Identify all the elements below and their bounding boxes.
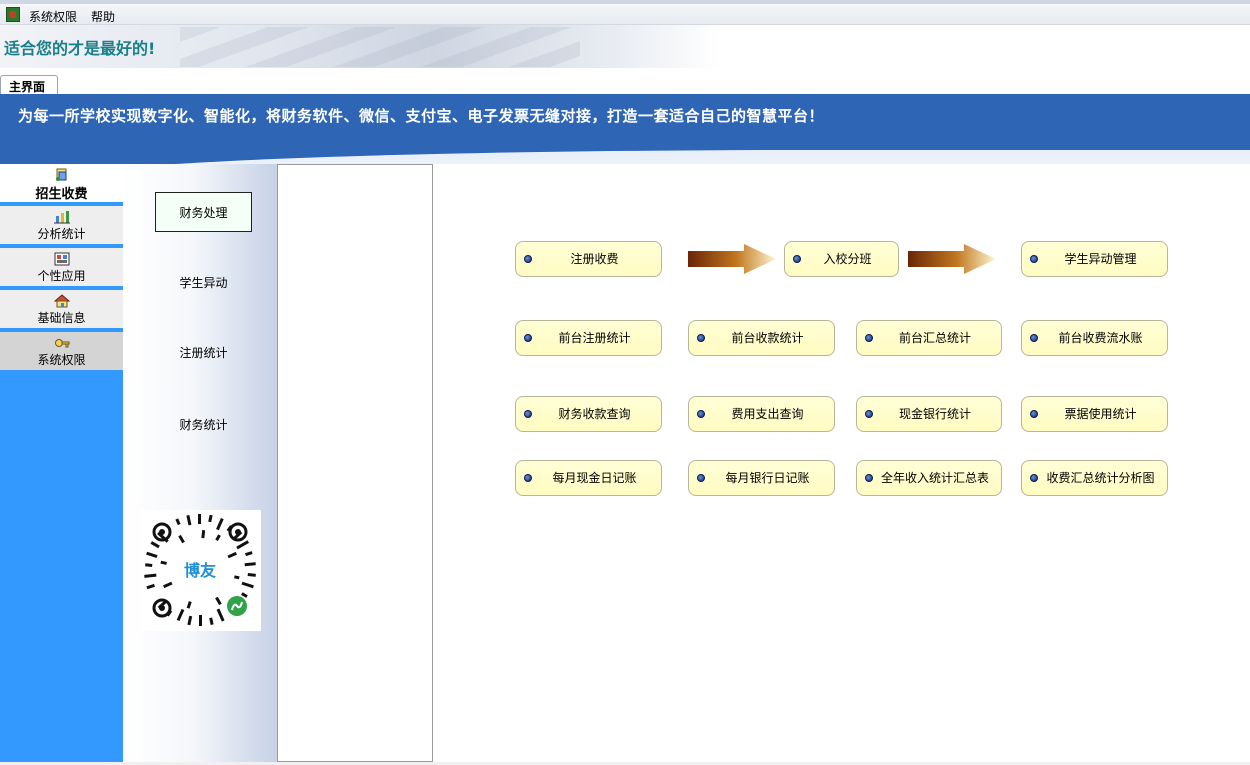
btn-front-receipt-stats[interactable]: 前台收款统计	[688, 320, 835, 356]
bullet-icon	[1030, 410, 1038, 418]
tab-main[interactable]: 主界面	[0, 75, 58, 95]
btn-label: 前台注册统计	[558, 331, 631, 345]
btn-monthly-cash-journal[interactable]: 每月现金日记账	[515, 460, 662, 496]
btn-fee-summary-chart[interactable]: 收费汇总统计分析图	[1021, 460, 1168, 496]
bullet-icon	[697, 334, 705, 342]
subnav-finance-processing[interactable]: 财务处理	[155, 192, 252, 232]
btn-label: 前台收费流水账	[1058, 331, 1143, 345]
sidebar-item-label: 个性应用	[37, 269, 86, 283]
bullet-icon	[524, 474, 532, 482]
btn-class-assignment[interactable]: 入校分班	[784, 241, 899, 277]
bullet-icon	[524, 255, 532, 263]
btn-finance-receipt-query[interactable]: 财务收款查询	[515, 396, 662, 432]
btn-front-register-stats[interactable]: 前台注册统计	[515, 320, 662, 356]
btn-register-fee[interactable]: 注册收费	[515, 241, 662, 277]
sidebar-item-label: 基础信息	[37, 311, 86, 325]
home-icon	[53, 294, 70, 308]
btn-label: 前台收款统计	[731, 331, 804, 345]
bullet-icon	[697, 474, 705, 482]
btn-label: 费用支出查询	[731, 407, 804, 421]
btn-student-change-mgmt[interactable]: 学生异动管理	[1021, 241, 1168, 277]
btn-front-fee-ledger[interactable]: 前台收费流水账	[1021, 320, 1168, 356]
sidebar-item-permissions[interactable]: 系统权限	[0, 332, 123, 372]
btn-label: 学生异动管理	[1064, 252, 1137, 266]
menu-system-permissions[interactable]: 系统权限	[29, 8, 77, 25]
bullet-icon	[865, 410, 873, 418]
banner-title: 适合您的才是最好的!	[4, 39, 156, 58]
bullet-icon	[793, 255, 801, 263]
menu-bar: 系统权限 帮助	[0, 0, 1250, 25]
btn-label: 全年收入统计汇总表	[880, 471, 989, 485]
flow-arrow-icon	[908, 244, 996, 274]
subnav-registration-stats[interactable]: 注册统计	[155, 333, 252, 373]
bullet-icon	[524, 334, 532, 342]
tab-strip: 主界面	[0, 68, 1250, 95]
btn-invoice-usage-stats[interactable]: 票据使用统计	[1021, 396, 1168, 432]
btn-label: 收费汇总统计分析图	[1046, 471, 1155, 485]
qr-code: 博友	[140, 510, 261, 631]
btn-annual-income-summary[interactable]: 全年收入统计汇总表	[856, 460, 1002, 496]
btn-front-summary-stats[interactable]: 前台汇总统计	[856, 320, 1002, 356]
flow-arrow-icon	[688, 244, 776, 274]
app-icon	[6, 7, 20, 22]
sidebar-item-analysis[interactable]: 分析统计	[0, 206, 123, 246]
sidebar-item-label: 招生收费	[35, 187, 88, 202]
subnav-student-changes[interactable]: 学生异动	[155, 263, 252, 303]
sidebar: 招生收费 分析统计 个性应用 基础信息 系统权限	[0, 164, 123, 762]
side-panel	[277, 164, 433, 762]
sidebar-item-label: 系统权限	[37, 353, 86, 367]
key-icon	[54, 336, 70, 350]
btn-label: 入校分班	[823, 252, 872, 266]
btn-label: 前台汇总统计	[898, 331, 971, 345]
btn-label: 注册收费	[570, 252, 619, 266]
app-icon	[54, 252, 70, 266]
btn-expense-query[interactable]: 费用支出查询	[688, 396, 835, 432]
bullet-icon	[524, 410, 532, 418]
btn-label: 票据使用统计	[1064, 407, 1137, 421]
bullet-icon	[1030, 334, 1038, 342]
menu-help[interactable]: 帮助	[91, 8, 115, 25]
bullet-icon	[1030, 255, 1038, 263]
sidebar-item-custom-apps[interactable]: 个性应用	[0, 248, 123, 288]
bullet-icon	[865, 334, 873, 342]
receipt-icon	[54, 168, 70, 182]
qr-center-text: 博友	[184, 561, 217, 580]
banner: 适合您的才是最好的!	[0, 25, 1250, 68]
bullet-icon	[697, 410, 705, 418]
btn-label: 现金银行统计	[898, 407, 971, 421]
slogan-header: 为每一所学校实现数字化、智能化，将财务软件、微信、支付宝、电子发票无缝对接，打造…	[0, 94, 1250, 164]
btn-label: 每月现金日记账	[552, 471, 637, 485]
slogan-text: 为每一所学校实现数字化、智能化，将财务软件、微信、支付宝、电子发票无缝对接，打造…	[18, 107, 825, 125]
btn-cash-bank-stats[interactable]: 现金银行统计	[856, 396, 1002, 432]
sub-navigation: 财务处理 学生异动 注册统计 财务统计 博友	[123, 164, 278, 762]
chart-icon	[53, 210, 70, 224]
subnav-finance-stats[interactable]: 财务统计	[155, 405, 252, 445]
btn-label: 每月银行日记账	[725, 471, 810, 485]
btn-monthly-bank-journal[interactable]: 每月银行日记账	[688, 460, 835, 496]
btn-label: 财务收款查询	[558, 407, 631, 421]
bullet-icon	[1030, 474, 1038, 482]
sidebar-item-enrollment-fees[interactable]: 招生收费	[0, 164, 123, 204]
bullet-icon	[865, 474, 873, 482]
sidebar-item-basic-info[interactable]: 基础信息	[0, 290, 123, 330]
sidebar-item-label: 分析统计	[37, 227, 86, 241]
